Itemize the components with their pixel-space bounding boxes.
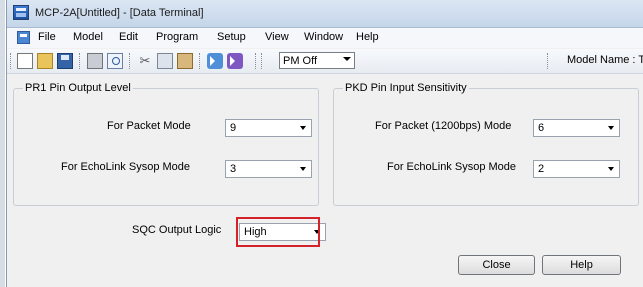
pr1-packet-label: For Packet Mode	[107, 120, 191, 132]
pr1-pin-output-group: PR1 Pin Output Level For Packet Mode 9 F…	[13, 82, 319, 206]
pr1-echolink-value: 3	[230, 163, 237, 175]
pkd-packet-label: For Packet (1200bps) Mode	[375, 120, 512, 132]
chevron-down-icon	[300, 126, 306, 130]
menu-help[interactable]: Help	[356, 31, 379, 43]
help-button[interactable]: Help	[542, 255, 621, 275]
pm-select[interactable]: PM Off	[279, 52, 355, 69]
menu-setup[interactable]: Setup	[217, 31, 246, 43]
app-icon	[13, 5, 29, 20]
pr1-packet-value: 9	[230, 122, 237, 134]
pkd-packet-value: 6	[538, 122, 545, 134]
title-bar[interactable]: MCP-2A[Untitled] - [Data Terminal]	[7, 0, 643, 28]
pkd-echolink-select[interactable]: 2	[533, 160, 620, 178]
menu-edit[interactable]: Edit	[119, 31, 138, 43]
model-name-label: Model Name : TM	[567, 54, 643, 66]
toolbar-grip[interactable]	[261, 53, 264, 69]
pkd-echolink-value: 2	[538, 163, 545, 175]
pkd-echolink-label: For EchoLink Sysop Mode	[387, 161, 517, 173]
paste-icon[interactable]	[177, 53, 193, 69]
menu-file[interactable]: File	[38, 31, 56, 43]
document-icon[interactable]	[17, 31, 30, 44]
chevron-down-icon	[608, 126, 614, 130]
print-icon[interactable]	[87, 53, 103, 69]
toolbar-separator	[79, 53, 82, 69]
new-icon[interactable]	[17, 53, 33, 69]
menu-program[interactable]: Program	[156, 31, 198, 43]
cut-icon[interactable]: ✂	[137, 53, 153, 69]
pr1-group-title: PR1 Pin Output Level	[23, 82, 133, 94]
toolbar-separator	[199, 53, 202, 69]
toolbar: ✂ PM Off Model Name : TM	[7, 49, 643, 74]
toolbar-separator	[255, 53, 258, 69]
toolbar-grip[interactable]	[547, 53, 550, 69]
highlight-box	[236, 217, 320, 247]
toolbar-separator	[129, 53, 132, 69]
pkd-group-title: PKD Pin Input Sensitivity	[343, 82, 469, 94]
save-icon[interactable]	[57, 53, 73, 69]
read-radio-icon[interactable]	[207, 53, 223, 69]
close-button[interactable]: Close	[458, 255, 535, 275]
chevron-down-icon	[343, 57, 351, 61]
menu-bar: File Model Edit Program Setup View Windo…	[7, 28, 643, 48]
write-radio-icon[interactable]	[227, 53, 243, 69]
print-preview-icon[interactable]	[107, 53, 123, 69]
toolbar-grip[interactable]	[10, 53, 13, 69]
window-title: MCP-2A[Untitled] - [Data Terminal]	[35, 7, 204, 19]
sqc-output-logic-label: SQC Output Logic	[132, 224, 222, 236]
pkd-pin-input-group: PKD Pin Input Sensitivity For Packet (12…	[333, 82, 639, 206]
pm-select-value: PM Off	[283, 55, 318, 67]
pkd-packet-select[interactable]: 6	[533, 119, 620, 137]
app-window: MCP-2A[Untitled] - [Data Terminal] File …	[6, 0, 643, 287]
chevron-down-icon	[300, 167, 306, 171]
left-edge	[0, 0, 5, 287]
chevron-down-icon	[608, 167, 614, 171]
menu-view[interactable]: View	[265, 31, 289, 43]
pr1-echolink-select[interactable]: 3	[225, 160, 312, 178]
menu-model[interactable]: Model	[73, 31, 103, 43]
menu-window[interactable]: Window	[304, 31, 343, 43]
pr1-packet-select[interactable]: 9	[225, 119, 312, 137]
pr1-echolink-label: For EchoLink Sysop Mode	[61, 161, 191, 173]
copy-icon[interactable]	[157, 53, 173, 69]
open-icon[interactable]	[37, 53, 53, 69]
